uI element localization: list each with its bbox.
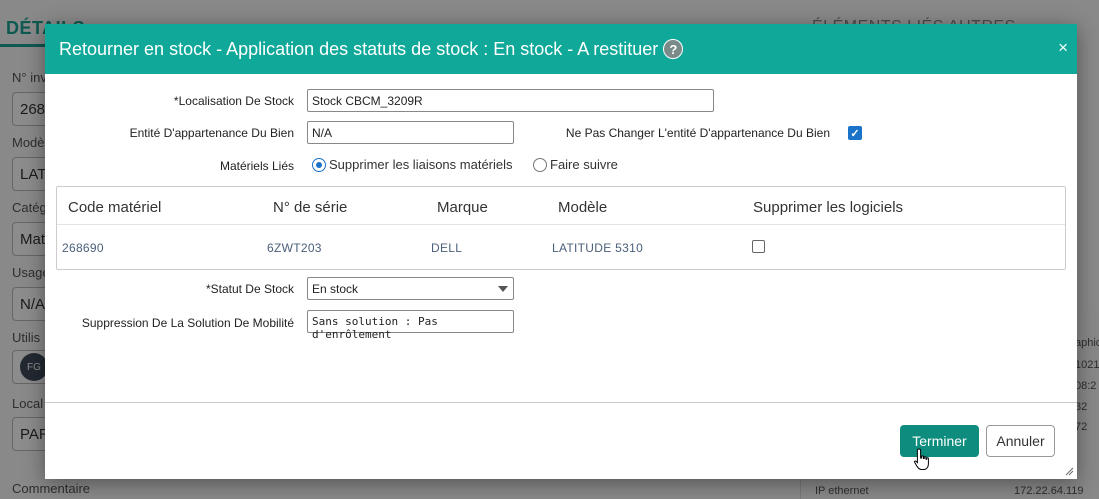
supprimer-logiciels-checkbox[interactable] [752,240,765,253]
table-cell-code: 268690 [62,241,104,255]
dialog-title: Retourner en stock - Application des sta… [59,38,659,59]
ne-pas-changer-checkbox[interactable]: ✓ [848,126,862,140]
localisation-label: *Localisation De Stock [173,94,294,108]
radio-faire-suivre-label[interactable]: Faire suivre [550,157,618,172]
materiels-lies-label: Matériels Liés [219,159,294,173]
help-icon[interactable]: ? [663,39,684,59]
materiel-table: Code matériel N° de série Marque Modèle … [56,186,1066,270]
chevron-down-icon [498,286,508,292]
table-header-code: Code matériel [68,199,162,216]
table-cell-marque: DELL [431,241,463,255]
table-header-serie: N° de série [273,199,348,216]
table-header-marque: Marque [437,199,488,216]
radio-faire-suivre[interactable] [533,158,547,172]
table-header-supprimer: Supprimer les logiciels [753,199,904,216]
terminer-button[interactable]: Terminer [900,425,979,457]
resize-handle-icon[interactable] [1065,467,1074,476]
table-header-modele: Modèle [558,199,608,216]
annuler-button[interactable]: Annuler [986,425,1055,457]
dialog-header: Retourner en stock - Application des sta… [45,24,1077,74]
return-to-stock-dialog: Retourner en stock - Application des sta… [45,24,1077,479]
radio-supprimer-liaisons-label[interactable]: Supprimer les liaisons matériels [329,157,513,172]
entite-label: Entité D'appartenance Du Bien [129,126,294,140]
radio-supprimer-liaisons[interactable] [312,158,326,172]
suppression-input[interactable]: Sans solution : Pas d'enrôlement [307,310,514,341]
table-cell-serie: 6ZWT203 [267,241,322,255]
suppression-label: Suppression De La Solution De Mobilité [81,316,294,330]
statut-select-value: En stock [312,282,359,296]
table-divider [57,224,1065,225]
statut-select[interactable]: En stock [307,277,514,300]
statut-label: *Statut De Stock [205,282,294,296]
ne-pas-changer-label: Ne Pas Changer L'entité D'appartenance D… [565,126,830,140]
close-icon[interactable]: × [1058,38,1068,58]
hand-cursor-icon [913,448,929,470]
localisation-input[interactable]: Stock CBCM_3209R [307,89,714,112]
entite-input[interactable]: N/A [307,121,514,144]
footer-divider [45,402,1077,403]
table-cell-modele: LATITUDE 5310 [552,241,644,255]
